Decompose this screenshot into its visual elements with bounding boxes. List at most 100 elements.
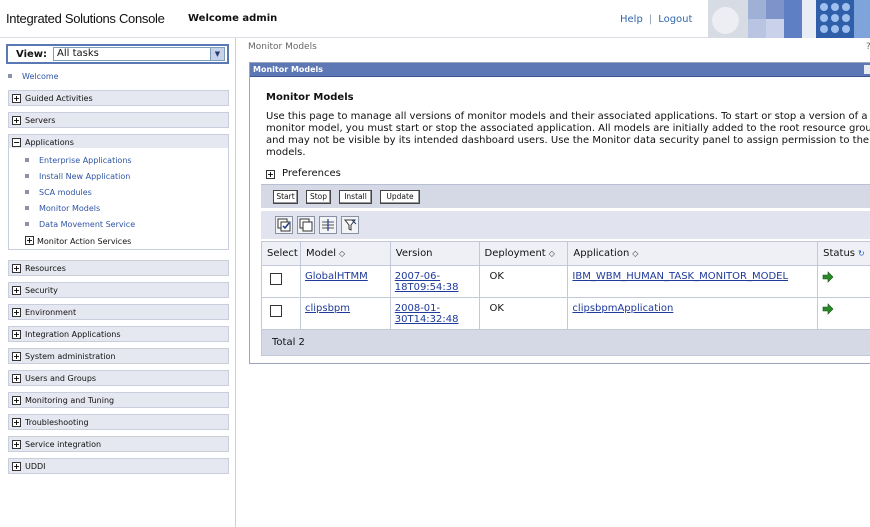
refresh-icon[interactable]: ↻ [858,249,865,258]
clear-filter-icon[interactable] [341,216,359,234]
deployment-cell: OK [478,265,569,298]
row-select-cell [261,297,301,330]
nav-sca-modules[interactable]: SCA modules [39,188,92,197]
nav-troubleshooting[interactable]: + Troubleshooting [8,414,229,430]
application-link[interactable]: IBM_WBM_HUMAN_TASK_MONITOR_MODEL [572,271,788,282]
status-cell [817,297,870,330]
bullet-icon [8,74,12,78]
expand-plus-icon[interactable]: + [12,396,21,405]
deployment-status: OK [489,271,504,282]
model-link[interactable]: GlobalHTMM [305,271,368,282]
nav-monitor-action-services[interactable]: Monitor Action Services [37,237,131,246]
nav-monitoring-and-tuning[interactable]: + Monitoring and Tuning [8,392,229,408]
nav-monitor-models[interactable]: Monitor Models [39,204,100,213]
nav-label: Users and Groups [25,374,97,383]
welcome-user: Welcome admin [188,13,278,24]
nav-label: Applications [25,138,74,147]
nav-integration-applications[interactable]: + Integration Applications [8,326,229,342]
status-cell [817,265,870,298]
version-cell: 2008-01- 30T14:32:48 [389,297,480,330]
help-link[interactable]: Help [620,14,643,25]
nav-label: Resources [25,264,66,273]
expand-plus-icon[interactable]: + [12,462,21,471]
install-button[interactable]: Install [339,190,372,204]
col-application[interactable]: Application ◇ [567,241,819,266]
row-checkbox[interactable] [270,305,282,317]
row-checkbox[interactable] [270,273,282,285]
col-version-label: Version [395,248,433,259]
expand-plus-icon[interactable]: + [12,94,21,103]
nav-users-and-groups[interactable]: + Users and Groups [8,370,229,386]
nav-label: Guided Activities [25,94,93,103]
col-select-label: Select [267,248,298,259]
version-link-line1[interactable]: 2007-06- [395,271,440,282]
bullet-icon [25,190,29,194]
nav-service-integration[interactable]: + Service integration [8,436,229,452]
nav-label: UDDI [25,462,46,471]
chevron-down-icon[interactable]: ▼ [210,48,224,60]
deselect-all-icon[interactable] [297,216,315,234]
expand-plus-icon[interactable]: + [12,418,21,427]
view-select-value: All tasks [57,48,99,59]
preferences-toggle[interactable]: Preferences [282,168,341,179]
expand-plus-icon[interactable]: + [25,236,34,245]
col-version: Version [389,241,480,266]
brand-title: Integrated Solutions Console [6,11,165,26]
expand-plus-icon[interactable]: + [266,170,275,179]
expand-plus-icon[interactable]: + [12,286,21,295]
top-banner: Integrated Solutions Console Welcome adm… [0,0,870,38]
expand-plus-icon[interactable]: + [12,352,21,361]
nav-security[interactable]: + Security [8,282,229,298]
stop-button[interactable]: Stop [306,190,331,204]
sort-icon[interactable]: ◇ [632,249,638,258]
nav-guided-activities[interactable]: + Guided Activities [8,90,229,106]
page-description: Use this page to manage all versions of … [266,111,870,158]
view-label: View: [16,49,48,60]
bullet-icon [25,222,29,226]
application-link[interactable]: clipsbpmApplication [572,303,673,314]
nav-label: System administration [25,352,116,361]
nav-resources[interactable]: + Resources [8,260,229,276]
collapse-minus-icon[interactable]: − [12,138,21,147]
col-deployment[interactable]: Deployment ◇ [478,241,569,266]
update-button[interactable]: Update [380,190,420,204]
deployment-cell: OK [478,297,569,330]
col-model-label: Model [305,248,336,259]
model-link[interactable]: clipsbpm [305,303,350,314]
col-model[interactable]: Model ◇ [299,241,391,266]
maximize-icon[interactable] [864,65,870,74]
total-count: Total 2 [272,337,305,348]
version-link-line2[interactable]: 18T09:54:38 [395,282,459,293]
expand-plus-icon[interactable]: + [12,374,21,383]
start-button[interactable]: Start [273,190,298,204]
nav-label: Troubleshooting [25,418,89,427]
header-links: Help | Logout [620,14,692,25]
monitor-models-portlet: Monitor Models Monitor Models Use this p… [249,62,870,364]
logout-link[interactable]: Logout [658,14,692,25]
nav-environment[interactable]: + Environment [8,304,229,320]
nav-welcome-link[interactable]: Welcome [22,72,59,81]
version-link-line1[interactable]: 2008-01- [395,303,440,314]
expand-plus-icon[interactable]: + [12,308,21,317]
nav-servers[interactable]: + Servers [8,112,229,128]
expand-plus-icon[interactable]: + [12,330,21,339]
nav-enterprise-applications[interactable]: Enterprise Applications [39,156,132,165]
nav-system-administration[interactable]: + System administration [8,348,229,364]
monitor-models-table: Select Model ◇ Version Deployment ◇ Applic… [261,241,870,356]
view-select[interactable]: All tasks ▼ [53,47,225,61]
action-button-bar: Start Stop Install Update [261,184,870,208]
select-all-icon[interactable] [275,216,293,234]
table-row: GlobalHTMM 2007-06- 18T09:54:38 OK IBM_WB… [261,265,870,298]
nav-data-movement-service[interactable]: Data Movement Service [39,220,135,229]
show-filter-icon[interactable] [319,216,337,234]
nav-install-new-application[interactable]: Install New Application [39,172,130,181]
expand-plus-icon[interactable]: + [12,440,21,449]
sort-icon[interactable]: ◇ [339,249,345,258]
nav-uddi[interactable]: + UDDI [8,458,229,474]
version-link-line2[interactable]: 30T14:32:48 [395,314,459,325]
expand-plus-icon[interactable]: + [12,264,21,273]
sort-icon[interactable]: ◇ [549,249,555,258]
expand-plus-icon[interactable]: + [12,116,21,125]
help-icon[interactable]: ? [866,42,870,52]
bullet-icon [25,158,29,162]
